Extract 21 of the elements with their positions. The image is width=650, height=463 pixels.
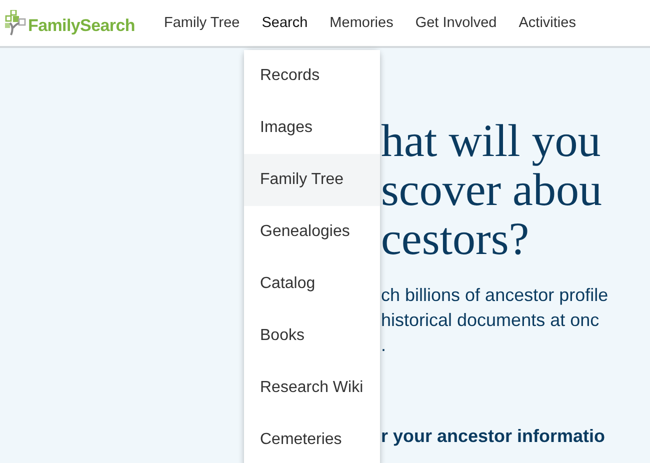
hero-heading: cestors? <box>381 214 530 263</box>
tree-logo-icon <box>5 10 27 36</box>
hero-heading: hat will you <box>381 116 601 165</box>
menu-item[interactable]: Family Tree <box>244 154 380 206</box>
menu-item[interactable]: Images <box>244 102 380 154</box>
hero-text: ch billions of ancestor profile <box>381 284 608 307</box>
nav-link[interactable]: Activities <box>508 0 587 46</box>
nav-link[interactable]: Search <box>250 0 319 46</box>
section-heading: r your ancestor informatio <box>381 426 606 447</box>
menu-item[interactable]: Research Wiki <box>244 362 380 414</box>
nav-link[interactable]: Family Tree <box>152 0 251 46</box>
menu-item[interactable]: Records <box>244 50 380 102</box>
menu-item[interactable]: Cemeteries <box>244 414 380 463</box>
nav-link[interactable]: Memories <box>318 0 404 46</box>
menu-item[interactable]: Genealogies <box>244 206 380 258</box>
hero-text: historical documents at onc <box>381 309 600 332</box>
nav-link[interactable]: Get Involved <box>404 0 508 46</box>
hero-heading: scover abou <box>381 165 602 214</box>
hero-text: . <box>381 334 386 357</box>
menu-item[interactable]: Catalog <box>244 258 380 310</box>
menu-item[interactable]: Books <box>244 310 380 362</box>
